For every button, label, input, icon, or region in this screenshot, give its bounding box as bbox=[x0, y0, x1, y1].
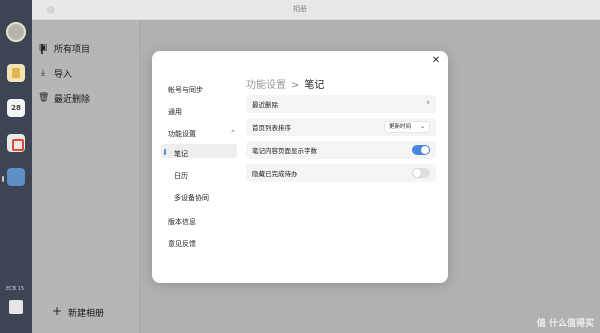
show-word-count-toggle[interactable] bbox=[412, 145, 430, 155]
chevron-up-icon[interactable]: ⌃ bbox=[230, 129, 236, 137]
nav-item-multi-device[interactable]: 多设备协同 bbox=[174, 193, 209, 203]
dock: 28 ECB 15 bbox=[0, 0, 32, 333]
sort-order-select[interactable]: 更新时间 ⌄ bbox=[384, 121, 430, 133]
toggle-knob bbox=[421, 146, 429, 154]
setting-row-show-word-count: 笔记内容页面显示字数 bbox=[246, 141, 436, 159]
setting-row-recently-deleted[interactable]: 最近删除 › bbox=[246, 95, 436, 113]
nav-item-general[interactable]: 通用 bbox=[168, 107, 182, 117]
photos-app-icon[interactable] bbox=[7, 168, 25, 186]
nav-item-version-info[interactable]: 版本信息 bbox=[168, 217, 196, 227]
setting-label: 首页列表排序 bbox=[252, 124, 291, 132]
setting-row-hide-completed-todos: 隐藏已完成待办 bbox=[246, 164, 436, 182]
nav-selected-highlight bbox=[161, 144, 237, 158]
title-bar: 相册 bbox=[0, 0, 600, 20]
setting-label: 隐藏已完成待办 bbox=[252, 170, 298, 178]
breadcrumb: 功能设置 > 笔记 bbox=[246, 76, 324, 91]
breadcrumb-separator: > bbox=[291, 80, 300, 91]
nav-selected-indicator bbox=[164, 149, 166, 155]
watermark: 值 什么值得买 bbox=[536, 319, 594, 329]
toggle-knob bbox=[413, 169, 421, 177]
window-title: 相册 bbox=[293, 5, 307, 13]
app-icon[interactable] bbox=[7, 134, 25, 152]
battery-status: ECB 15 bbox=[6, 286, 25, 292]
trash-dock-icon[interactable] bbox=[9, 300, 23, 314]
avatar[interactable] bbox=[6, 22, 26, 42]
nav-item-feedback[interactable]: 意见反馈 bbox=[168, 239, 196, 249]
running-app-indicator bbox=[2, 176, 4, 182]
setting-label: 最近删除 bbox=[252, 101, 278, 109]
nav-item-notes[interactable]: 笔记 bbox=[174, 149, 188, 159]
nav-item-account-sync[interactable]: 帐号与同步 bbox=[168, 85, 203, 95]
settings-dialog: ✕ 帐号与同步 通用 功能设置 ⌃ 笔记 日历 多设备协同 版本信息 意见反馈 … bbox=[152, 51, 448, 283]
breadcrumb-parent[interactable]: 功能设置 bbox=[246, 80, 286, 91]
chevron-right-icon: › bbox=[426, 98, 430, 108]
nav-item-feature-settings[interactable]: 功能设置 bbox=[168, 129, 196, 139]
app-window: 相册 ▣ 所有项目 ⤓ 导入 🗑 最近删除 + 新建相册 28 ECB 15 ✕ bbox=[0, 0, 600, 333]
settings-nav: 帐号与同步 通用 功能设置 ⌃ 笔记 日历 多设备协同 版本信息 意见反馈 bbox=[152, 51, 240, 283]
nav-item-calendar[interactable]: 日历 bbox=[174, 171, 188, 181]
hide-completed-todos-toggle[interactable] bbox=[412, 168, 430, 178]
settings-content: 功能设置 > 笔记 最近删除 › 首页列表排序 更新时间 ⌄ 笔记内容页面显示字数 bbox=[246, 51, 442, 283]
notes-app-icon[interactable] bbox=[7, 64, 25, 82]
calendar-app-icon[interactable]: 28 bbox=[7, 99, 25, 117]
select-value: 更新时间 bbox=[389, 124, 412, 130]
breadcrumb-current: 笔记 bbox=[304, 80, 325, 91]
chevron-down-icon: ⌄ bbox=[419, 123, 425, 130]
setting-row-list-sort: 首页列表排序 更新时间 ⌄ bbox=[246, 118, 436, 136]
setting-label: 笔记内容页面显示字数 bbox=[252, 147, 317, 155]
